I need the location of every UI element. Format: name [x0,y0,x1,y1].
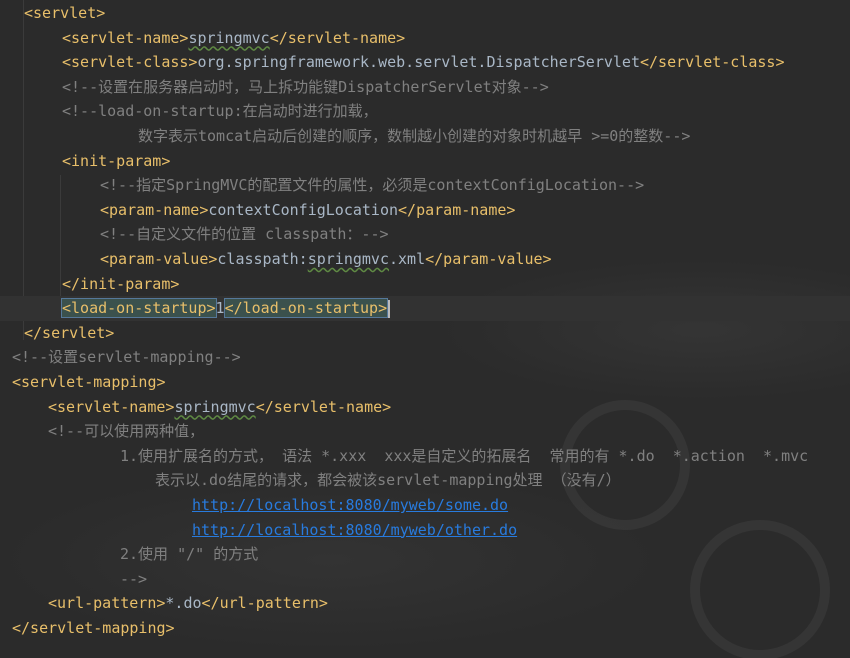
code-line-content: --> [120,567,147,592]
code-editor[interactable]: <servlet> <servlet-name>springmvc</servle… [0,0,850,658]
code-line-content: 1.使用扩展名的方式， 语法 *.xxx xxx是自定义的拓展名 常用的有 *.… [120,444,808,469]
xml-comment: 数字表示tomcat启动后创建的顺序，数制越小创建的对象时机越早 >=0的整数-… [138,127,691,145]
code-line-content: <!--设置在服务器启动时，马上拆功能键DispatcherServlet对象-… [62,75,549,100]
text-caret [388,299,391,318]
code-line-content: <param-value>classpath:springmvc.xml</pa… [100,247,552,272]
xml-comment: <!--自定义文件的位置 classpath：--> [100,225,389,244]
xml-tag: <param-value> [100,250,218,268]
xml-tag: <param-name> [100,200,209,219]
xml-text: springmvc [188,28,270,47]
code-line-content: <servlet-name>springmvc</servlet-name> [62,26,405,51]
code-line-content: <!--设置servlet-mapping--> [12,345,241,370]
xml-tag: </param-name> [398,200,516,219]
xml-tag: <servlet-name> [48,397,175,416]
code-line-content: 2.使用 "/" 的方式 [120,542,258,567]
code-line-content: <servlet-name>springmvc</servlet-name> [48,395,391,420]
xml-comment: <!--指定SpringMVC的配置文件的属性，必须是contextConfig… [100,176,645,195]
code-line-content: <servlet> [24,1,105,26]
xml-tag: <url-pattern> [48,594,166,613]
code-line-content: http://localhost:8080/myweb/some.do [192,493,508,518]
code-line-content: <servlet-class>org.springframework.web.s… [62,50,784,75]
xml-comment: --> [120,569,148,588]
xml-tag: </url-pattern> [201,594,328,613]
xml-tag: </servlet> [24,323,115,342]
code-line-content: http://localhost:8080/myweb/other.do [192,518,517,543]
code-line-content: <load-on-startup>1</load-on-startup> [61,296,391,321]
xml-tag: <servlet-mapping> [12,373,166,391]
code-line-content: 数字表示tomcat启动后创建的顺序，数制越小创建的对象时机越早 >=0的整数-… [138,124,690,149]
xml-tag: </servlet-name> [269,28,406,47]
xml-comment: 2.使用 "/" 的方式 [120,545,259,564]
code-line-content: <!--自定义文件的位置 classpath：--> [100,222,389,247]
xml-comment: <!--设置servlet-mapping--> [12,348,241,367]
xml-text: classpath: [217,250,308,268]
xml-text: *.do [165,594,202,613]
code-line-content: </init-param> [62,272,179,297]
xml-tag: </servlet-mapping> [12,619,175,637]
code-line-content: <param-name>contextConfigLocation</param… [100,198,515,223]
xml-tag: </load-on-startup> [223,298,389,319]
code-line-content: 表示以.do结尾的请求，都会被该servlet-mapping处理 （没有/） [155,468,621,493]
url-link[interactable]: http://localhost:8080/myweb/some.do [192,496,508,514]
xml-text: .xml [389,250,426,268]
code-line-content: <!--load-on-startup:在启动时进行加载， [62,99,378,124]
xml-tag: <init-param> [62,151,171,170]
xml-tag: <servlet> [24,4,106,22]
xml-text: springmvc [174,397,256,416]
xml-tag: <servlet-class> [62,53,198,72]
code-line-content: <!--可以使用两种值， [48,419,204,444]
xml-comment: <!--可以使用两种值， [48,422,205,441]
xml-tag: </servlet-class> [639,53,785,72]
xml-tag: </param-value> [425,250,552,268]
xml-text: 1 [215,299,225,318]
code-line-content: <url-pattern>*.do</url-pattern> [48,591,328,616]
xml-text: org.springframework.web.servlet.Dispatch… [197,53,640,72]
xml-text: contextConfigLocation [208,200,399,219]
xml-comment: 1.使用扩展名的方式， 语法 *.xxx xxx是自定义的拓展名 常用的有 *.… [120,446,809,465]
xml-comment: <!--load-on-startup:在启动时进行加载， [62,102,378,121]
code-line-content: </servlet-mapping> [12,616,175,641]
xml-comment: <!--设置在服务器启动时，马上拆功能键DispatcherServlet对象-… [62,77,549,96]
code-line-content: <init-param> [62,149,170,174]
code-line-content: <servlet-mapping> [12,370,166,395]
xml-tag: <load-on-startup> [61,298,217,319]
indent-guide [60,175,61,310]
xml-text: springmvc [307,250,389,268]
indent-guide [23,0,24,340]
xml-tag: </servlet-name> [255,397,392,416]
background-car-wheel [690,520,830,658]
code-line-current[interactable]: <load-on-startup>1</load-on-startup> [0,296,850,321]
code-line-content: <!--指定SpringMVC的配置文件的属性，必须是contextConfig… [100,173,644,198]
xml-comment: 表示以.do结尾的请求，都会被该servlet-mapping处理 （没有/） [155,471,621,490]
code-line-content: </servlet> [24,321,114,346]
url-link[interactable]: http://localhost:8080/myweb/other.do [192,521,517,539]
xml-tag: <servlet-name> [62,28,189,47]
xml-tag: </init-param> [62,274,180,293]
